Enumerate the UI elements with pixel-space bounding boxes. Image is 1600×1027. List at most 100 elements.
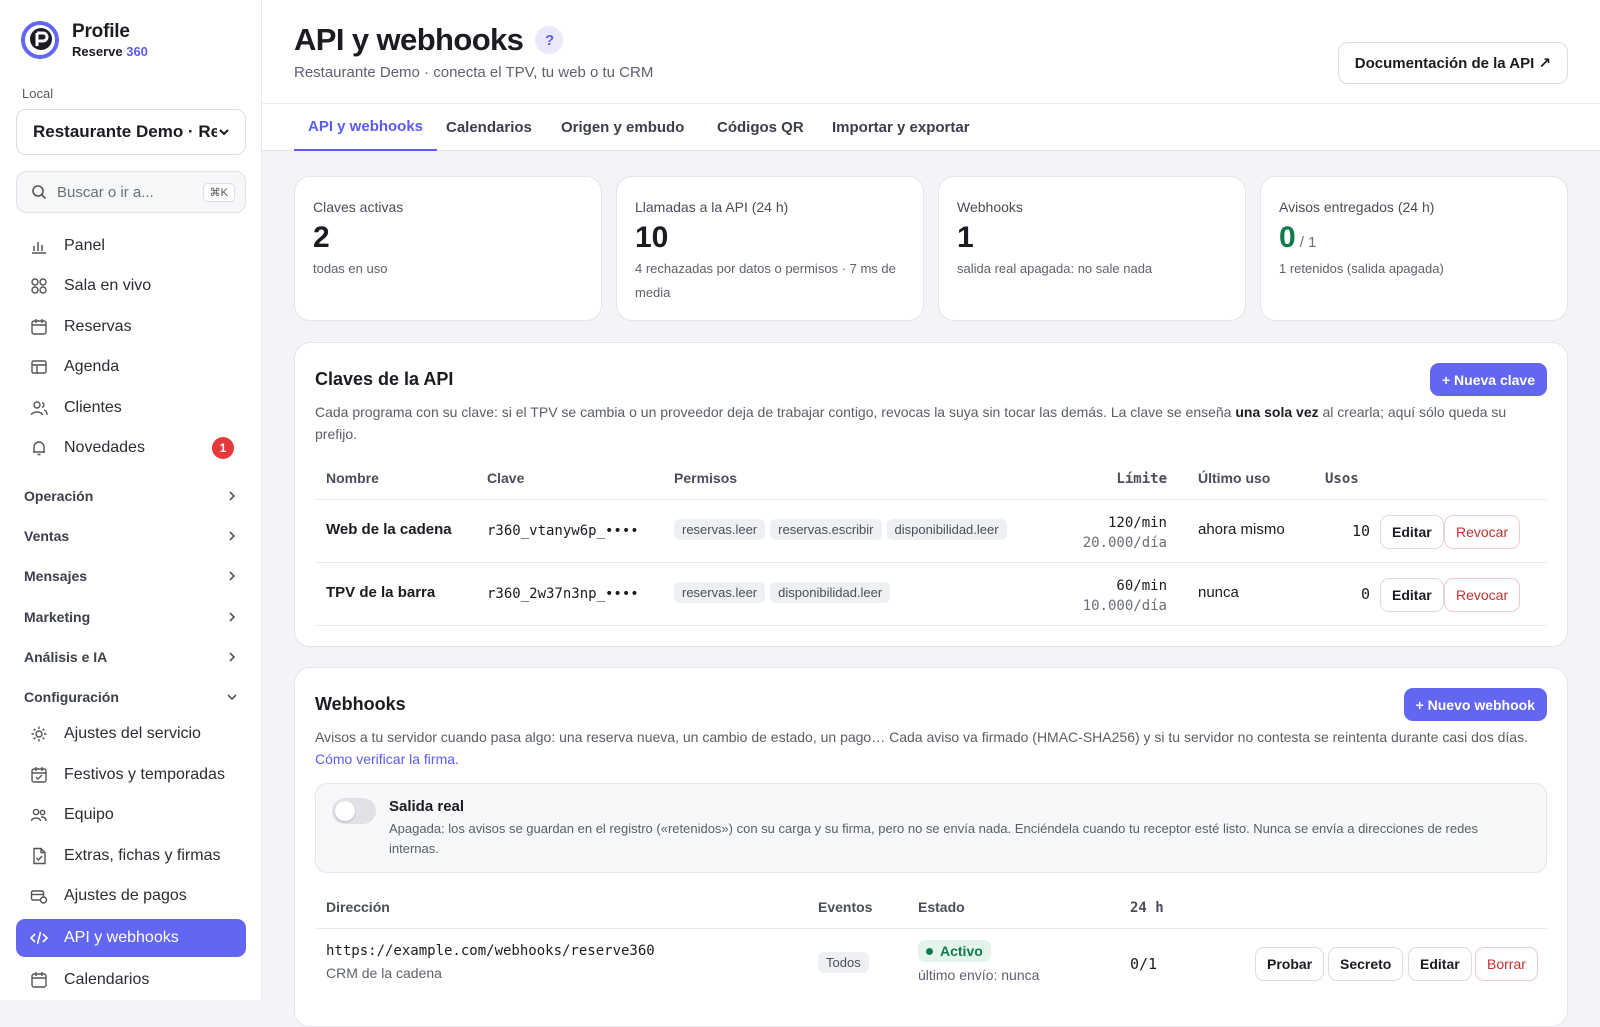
permission-chip: reservas.leer <box>674 582 766 603</box>
page-title: API y webhooks ? <box>294 22 564 58</box>
search-icon <box>32 185 47 200</box>
sidebar-item-festivos[interactable]: Festivos y temporadas <box>16 756 246 794</box>
stat-card-claves: Claves activas 2 todas en uso <box>294 176 602 321</box>
key-limit: 60/min 10.000/día <box>1082 578 1167 614</box>
divider <box>315 928 1547 929</box>
permission-chip: disponibilidad.leer <box>770 582 891 603</box>
sidebar: Profile Reserve 360 Local Restaurante De… <box>0 0 262 1000</box>
key-name: Web de la cadena <box>326 521 452 538</box>
salida-real-toggle[interactable] <box>332 798 376 824</box>
key-uses: 0 <box>1360 585 1370 603</box>
sidebar-item-calendarios[interactable]: Calendarios <box>16 961 246 999</box>
webhooks-section: Webhooks + Nuevo webhook Avisos a tu ser… <box>294 667 1568 1027</box>
brand-logo-icon <box>21 21 59 59</box>
brand-name: Profile <box>72 21 130 42</box>
sidebar-group-analisis[interactable]: Análisis e IA <box>24 649 238 665</box>
key-name: TPV de la barra <box>326 584 436 601</box>
key-last-use: ahora mismo <box>1198 521 1285 538</box>
sidebar-item-panel[interactable]: Panel <box>16 227 246 265</box>
sidebar-group-configuracion[interactable]: Configuración <box>24 689 238 705</box>
bar-chart-icon <box>30 237 48 255</box>
divider <box>315 499 1547 500</box>
sidebar-item-equipo[interactable]: Equipo <box>16 796 246 834</box>
sidebar-item-novedades[interactable]: Novedades 1 <box>16 429 246 467</box>
page-header: API y webhooks ? Restaurante Demo · cone… <box>262 0 1600 103</box>
permission-chip: disponibilidad.leer <box>886 519 1007 540</box>
salida-real-description: Apagada: los avisos se guardan en el reg… <box>389 821 1479 856</box>
local-select[interactable]: Restaurante Demo · Res <box>16 109 246 155</box>
api-keys-description: Cada programa con su clave: si el TPV se… <box>315 404 1507 442</box>
help-icon[interactable]: ? <box>535 26 564 54</box>
sidebar-item-sala[interactable]: Sala en vivo <box>16 267 246 305</box>
sidebar-item-ajustes-servicio[interactable]: Ajustes del servicio <box>16 715 246 753</box>
key-prefix: r360_vtanyw6p_•••• <box>487 523 639 539</box>
permission-chip: reservas.escribir <box>770 519 882 540</box>
edit-webhook-button[interactable]: Editar <box>1408 947 1472 981</box>
permission-chip: reservas.leer <box>674 519 766 540</box>
new-key-button[interactable]: + Nueva clave <box>1429 363 1547 396</box>
chevron-right-icon <box>229 571 236 581</box>
webhook-last-send: último envío: nunca <box>918 967 1040 983</box>
col-nombre: Nombre <box>326 470 379 486</box>
edit-key-button[interactable]: Editar <box>1380 578 1444 612</box>
local-select-value: Restaurante Demo · Res <box>33 122 217 141</box>
main-content: API y webhooks ? Restaurante Demo · cone… <box>262 0 1600 1027</box>
revoke-key-button[interactable]: Revocar <box>1444 578 1521 612</box>
salida-real-panel: Salida real Apagada: los avisos se guard… <box>315 783 1547 873</box>
sidebar-item-api-webhooks[interactable]: API y webhooks <box>16 919 246 957</box>
salida-real-title: Salida real <box>389 798 465 815</box>
stat-value: 10 <box>635 221 669 254</box>
stat-card-llamadas: Llamadas a la API (24 h) 10 4 rechazadas… <box>616 176 924 321</box>
brand[interactable]: Profile Reserve 360 <box>20 20 148 60</box>
tab-calendarios[interactable]: Calendarios <box>432 104 546 151</box>
col-permisos: Permisos <box>674 470 738 486</box>
edit-key-button[interactable]: Editar <box>1380 515 1444 549</box>
webhook-url: https://example.com/webhooks/reserve360 <box>326 943 655 959</box>
sidebar-item-pagos[interactable]: Ajustes de pagos <box>16 877 246 915</box>
webhook-24h: 0/1 <box>1130 955 1158 973</box>
stat-value: 1 <box>957 221 974 254</box>
chevron-right-icon <box>229 491 236 501</box>
tab-codigos-qr[interactable]: Códigos QR <box>703 104 818 151</box>
stat-value: 2 <box>313 221 330 254</box>
chevron-right-icon <box>229 612 236 622</box>
col-limite: Límite <box>1116 471 1167 487</box>
webhooks-description: Avisos a tu servidor cuando pasa algo: u… <box>315 729 1528 767</box>
tabs: API y webhooks Calendarios Origen y embu… <box>262 103 1600 151</box>
tab-api-webhooks[interactable]: API y webhooks <box>294 104 438 151</box>
test-webhook-button[interactable]: Probar <box>1255 947 1325 981</box>
sidebar-item-extras[interactable]: Extras, fichas y firmas <box>16 837 246 875</box>
sidebar-group-marketing[interactable]: Marketing <box>24 609 238 625</box>
tab-importar-exportar[interactable]: Importar y exportar <box>818 104 984 151</box>
key-last-use: nunca <box>1198 584 1239 601</box>
brand-sub: Reserve 360 <box>72 44 148 59</box>
search-input[interactable]: Buscar o ir a... ⌘K <box>16 171 246 213</box>
page-subtitle: Restaurante Demo · conecta el TPV, tu we… <box>294 64 654 81</box>
verify-signature-link[interactable]: Cómo verificar la firma. <box>315 751 459 767</box>
key-permissions: reservas.leer reservas.escribir disponibil… <box>674 519 1012 540</box>
col-eventos: Eventos <box>818 899 873 915</box>
sidebar-item-reservas[interactable]: Reservas <box>16 308 246 346</box>
sidebar-group-ventas[interactable]: Ventas <box>24 528 238 544</box>
tab-origen-embudo[interactable]: Origen y embudo <box>547 104 698 151</box>
stat-value: 0/ 1 <box>1279 221 1317 254</box>
sidebar-group-mensajes[interactable]: Mensajes <box>24 568 238 584</box>
key-limit: 120/min 20.000/día <box>1082 515 1167 551</box>
revoke-key-button[interactable]: Revocar <box>1444 515 1521 549</box>
team-icon <box>30 806 48 824</box>
sidebar-item-clientes[interactable]: Clientes <box>16 389 246 427</box>
sidebar-group-operacion[interactable]: Operación <box>24 488 238 504</box>
key-permissions: reservas.leer disponibilidad.leer <box>674 582 895 603</box>
toggle-knob <box>335 801 355 821</box>
document-icon <box>30 847 48 865</box>
calendar-check-icon <box>30 766 48 784</box>
new-webhook-button[interactable]: + Nuevo webhook <box>1403 688 1547 721</box>
status-badge: Activo <box>918 940 991 962</box>
delete-webhook-button[interactable]: Borrar <box>1475 947 1538 981</box>
col-ultimo-uso: Último uso <box>1198 470 1271 486</box>
calendar-icon <box>30 971 48 989</box>
secret-webhook-button[interactable]: Secreto <box>1328 947 1404 981</box>
sidebar-item-agenda[interactable]: Agenda <box>16 348 246 386</box>
notification-badge: 1 <box>212 437 234 459</box>
api-docs-button[interactable]: Documentación de la API ↗ <box>1337 42 1568 84</box>
